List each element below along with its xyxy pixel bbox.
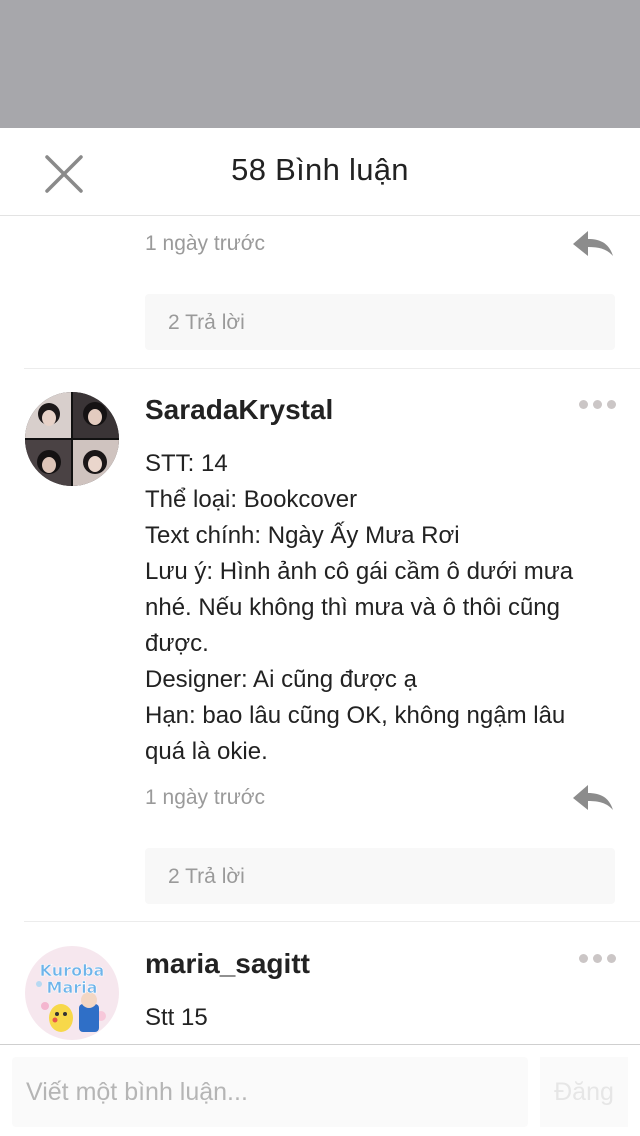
comment-line: quá là okie. <box>145 738 268 765</box>
avatar[interactable]: Kuroba Maria <box>25 946 119 1040</box>
comment-line: Thể loại: Bookcover <box>145 486 358 513</box>
replies-count-label: 2 Trả lời <box>168 865 245 888</box>
comment-text: STT: 14 Thể loại: Bookcover Text chính: … <box>145 446 615 770</box>
avatar-text-line: Maria <box>47 978 98 997</box>
comments-header: 58 Bình luận <box>0 128 640 216</box>
more-options-button[interactable] <box>576 394 620 414</box>
comment-divider <box>24 921 640 922</box>
comment-username[interactable]: SaradaKrystal <box>145 394 333 426</box>
comment-text: Stt 15 <box>145 1000 615 1036</box>
reply-button[interactable] <box>571 780 615 816</box>
comment-meta-row: 1 ngày trước <box>145 226 615 266</box>
comment-line: Hạn: bao lâu cũng OK, không ngậm lâu <box>145 702 566 729</box>
more-options-button[interactable] <box>576 948 620 968</box>
replies-count-label: 2 Trả lời <box>168 311 245 334</box>
reply-arrow-icon <box>573 231 613 256</box>
view-replies-button[interactable]: 2 Trả lời <box>145 848 615 904</box>
comments-sheet: 58 Bình luận 1 ngày trước 2 Trả lời Sara… <box>0 128 640 1136</box>
comment-line: nhé. Nếu không thì mưa và ô thôi cũng <box>145 594 560 621</box>
avatar[interactable] <box>25 392 119 486</box>
comment-line: Lưu ý: Hình ảnh cô gái cầm ô dưới mưa <box>145 558 574 585</box>
comment-timestamp: 1 ngày trước <box>145 786 266 809</box>
comment-line: Designer: Ai cũng được ạ <box>145 666 417 693</box>
user-photo-collage <box>25 392 119 486</box>
kuroba-maria-badge: Kuroba Maria <box>25 946 119 1040</box>
comment-line: Stt 15 <box>145 1004 208 1031</box>
page-title: 58 Bình luận <box>231 152 409 187</box>
comment-username[interactable]: maria_sagitt <box>145 948 310 980</box>
comment-line: Text chính: Ngày Ấy Mưa Rơi <box>145 522 460 549</box>
comment-line: được. <box>145 630 209 657</box>
comment-timestamp: 1 ngày trước <box>145 232 266 255</box>
comment-meta-row: 1 ngày trước <box>145 780 615 820</box>
comment-line: STT: 14 <box>145 450 228 477</box>
comment-composer: Đăng <box>0 1044 640 1136</box>
view-replies-button[interactable]: 2 Trả lời <box>145 294 615 350</box>
comment-divider <box>24 368 640 369</box>
reply-button[interactable] <box>571 226 615 262</box>
post-button[interactable]: Đăng <box>540 1057 628 1127</box>
reply-arrow-icon <box>573 785 613 810</box>
comment-input[interactable] <box>12 1057 528 1127</box>
